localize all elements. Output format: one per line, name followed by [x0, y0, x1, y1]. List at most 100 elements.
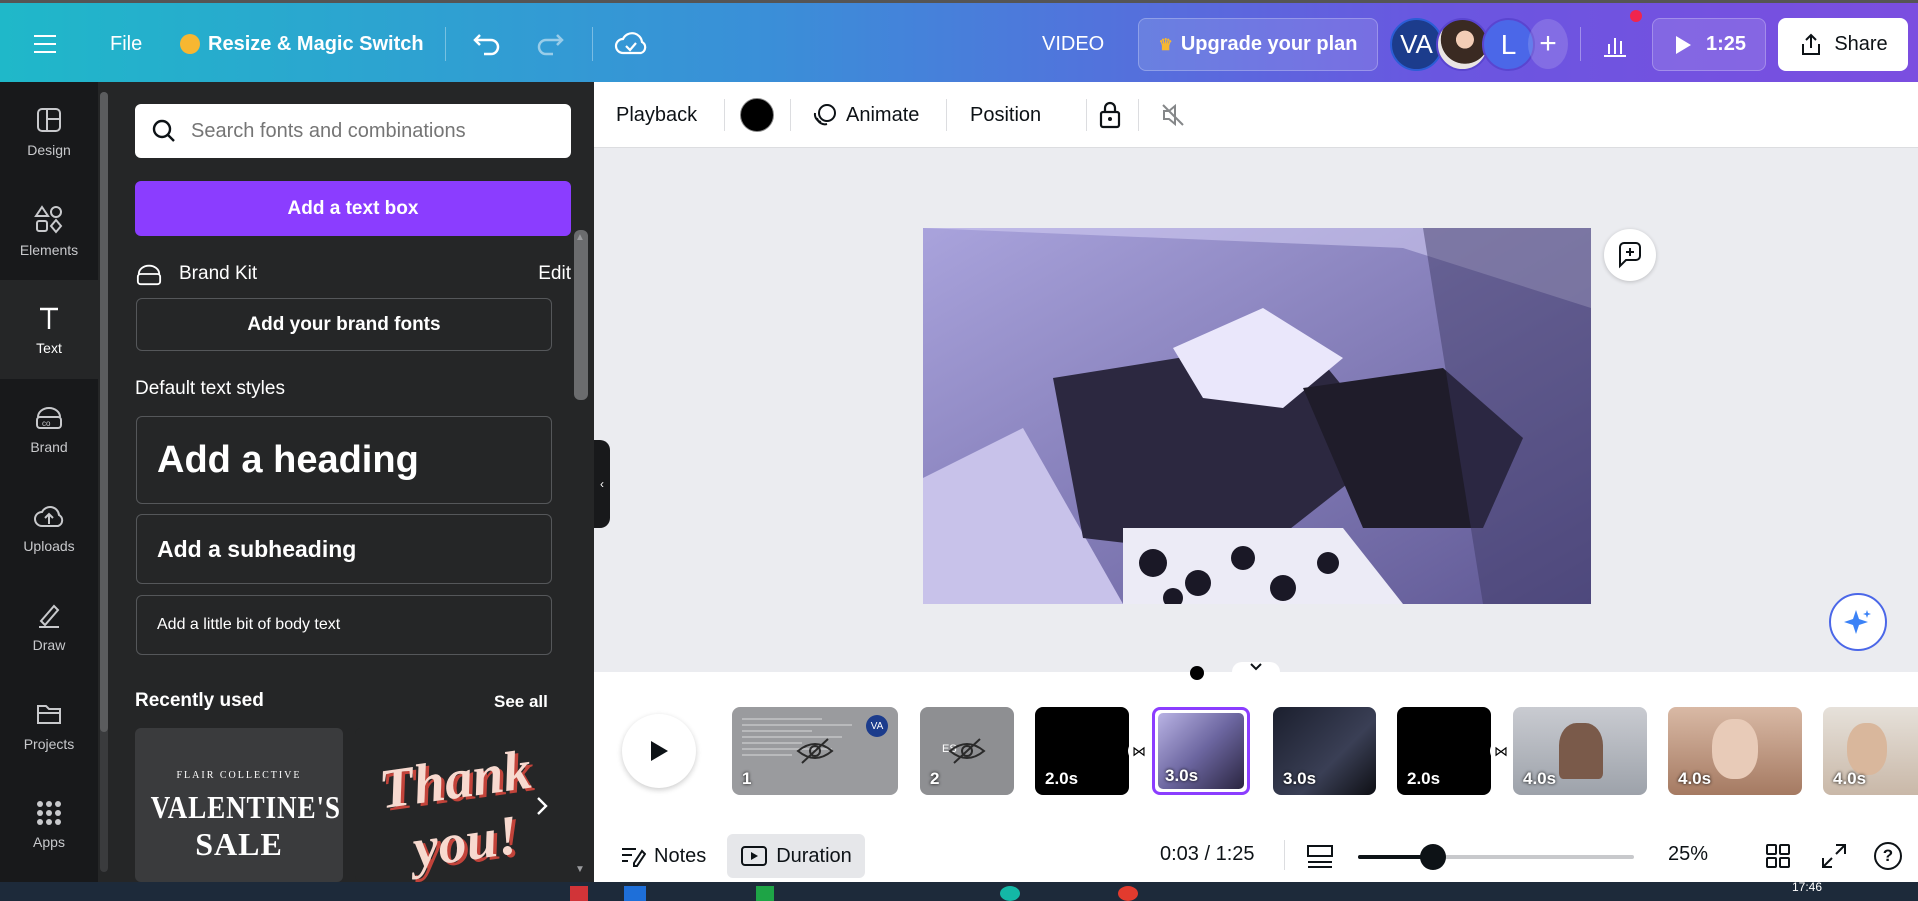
add-text-box-button[interactable]: Add a text box [135, 181, 571, 236]
add-brand-fonts-button[interactable]: Add your brand fonts [136, 298, 552, 351]
upgrade-label: Upgrade your plan [1180, 33, 1358, 55]
help-button[interactable]: ? [1874, 842, 1902, 870]
rail-item-design[interactable]: Design [0, 82, 98, 181]
rail-item-projects[interactable]: Projects [0, 676, 98, 775]
panel-scrollbar[interactable]: ▲ ▼ [572, 82, 594, 882]
duration-button[interactable]: Duration [727, 834, 865, 878]
top-bar: File Resize & Magic Switch VIDEO ♛ Upgra… [0, 0, 1918, 82]
timeline-clip-selected[interactable]: 3.0s [1152, 707, 1250, 795]
layout-icon [1307, 845, 1333, 868]
mute-button[interactable] [1156, 96, 1190, 134]
color-swatch[interactable] [740, 98, 774, 132]
notes-button[interactable]: Notes [614, 838, 712, 874]
timeline-clip[interactable]: 2.0s [1035, 707, 1129, 795]
side-rail: Design Elements Text co Brand Uploads Dr… [0, 82, 98, 882]
scroll-down-icon: ▼ [575, 864, 585, 875]
file-menu[interactable]: File [110, 25, 142, 63]
svg-text:co: co [42, 419, 51, 428]
grid-view-button[interactable] [1764, 842, 1792, 870]
brand-kit-edit-link[interactable]: Edit [538, 263, 571, 285]
resize-label: Resize & Magic Switch [208, 32, 424, 55]
divider [1086, 99, 1087, 131]
taskbar-app-icon[interactable] [756, 886, 774, 901]
layout-toggle-button[interactable] [1306, 842, 1334, 870]
transition-icon[interactable]: ⋈ [1490, 740, 1512, 762]
add-collaborator-button[interactable]: + [1528, 19, 1568, 69]
search-field[interactable] [135, 104, 571, 158]
add-heading-button[interactable]: Add a heading [136, 416, 552, 504]
panel-collapse-handle[interactable]: ‹ [594, 440, 610, 528]
elements-icon [34, 204, 63, 234]
rail-item-uploads[interactable]: Uploads [0, 478, 98, 577]
timeline-clip[interactable]: 3.0s [1273, 707, 1376, 795]
carousel-next-button[interactable] [524, 788, 560, 824]
playback-button[interactable]: Playback [616, 96, 697, 134]
zoom-slider-thumb[interactable] [1419, 844, 1446, 870]
add-body-text-button[interactable]: Add a little bit of body text [136, 595, 552, 655]
notes-icon [622, 848, 646, 867]
share-button[interactable]: Share [1778, 18, 1908, 71]
cloud-save-button[interactable] [614, 25, 648, 63]
timeline-clip[interactable]: 4.0s [1823, 707, 1918, 795]
present-play-button[interactable]: 1:25 [1652, 18, 1766, 71]
redo-button[interactable] [535, 25, 565, 63]
os-taskbar: 17:46 [0, 880, 1918, 901]
rail-item-apps[interactable]: Apps [0, 775, 98, 874]
timeline-clip[interactable]: 2.0s [1397, 707, 1491, 795]
taskbar-app-icon[interactable] [1000, 886, 1020, 901]
search-input[interactable] [191, 119, 561, 143]
taskbar-app-icon[interactable] [624, 886, 646, 901]
upgrade-plan-button[interactable]: ♛ Upgrade your plan [1138, 18, 1378, 71]
apps-icon [37, 800, 61, 825]
zoom-level[interactable]: 25% [1668, 843, 1708, 866]
hamburger-icon [34, 35, 56, 53]
timeline-clip[interactable]: 4.0s [1513, 707, 1647, 795]
animate-button[interactable]: Animate [812, 96, 919, 134]
panel-left-scrollbar[interactable] [100, 92, 108, 872]
rail-item-elements[interactable]: Elements [0, 181, 98, 280]
brand-kit-row: Brand Kit Edit [135, 254, 571, 294]
recent-template-valentines[interactable]: FLAIR COLLECTIVE VALENTINE'S SALE [135, 728, 343, 882]
template-kicker: FLAIR COLLECTIVE [176, 770, 302, 781]
timeline-clip[interactable]: VA 1 [732, 707, 898, 795]
hidden-eye-icon [948, 738, 986, 764]
zoom-slider[interactable] [1358, 844, 1634, 870]
template-line: VALENTINE'S [150, 789, 341, 825]
system-clock[interactable]: 17:46 [1792, 880, 1822, 894]
rail-label: Projects [23, 735, 75, 752]
divider [1580, 27, 1581, 61]
timeline-clip[interactable]: ES 2 [920, 707, 1014, 795]
undo-button[interactable] [472, 25, 502, 63]
rail-item-brand[interactable]: co Brand [0, 379, 98, 478]
position-button[interactable]: Position [970, 96, 1041, 134]
divider [1138, 99, 1139, 131]
divider [946, 99, 947, 131]
fullscreen-button[interactable] [1820, 842, 1848, 870]
lock-button[interactable] [1090, 96, 1130, 134]
notes-label: Notes [654, 844, 707, 867]
timeline-clip[interactable]: 4.0s [1668, 707, 1802, 795]
see-all-link[interactable]: See all [494, 692, 548, 712]
taskbar-app-icon[interactable] [570, 886, 588, 901]
play-icon [1675, 35, 1691, 54]
recently-used-heading: Recently used [135, 690, 264, 711]
add-comment-button[interactable] [1604, 229, 1656, 281]
taskbar-app-icon[interactable] [1118, 886, 1138, 901]
rail-item-draw[interactable]: Draw [0, 577, 98, 676]
playhead-marker[interactable] [1190, 666, 1204, 680]
menu-button[interactable] [34, 25, 58, 63]
video-canvas[interactable] [923, 228, 1591, 604]
redo-icon [537, 34, 564, 56]
draw-icon [39, 604, 60, 628]
add-subheading-button[interactable]: Add a subheading [136, 514, 552, 584]
resize-magic-switch-button[interactable]: Resize & Magic Switch [180, 25, 424, 63]
time-readout: 0:03 / 1:25 [1160, 843, 1255, 865]
magic-assistant-button[interactable] [1829, 593, 1887, 651]
transition-icon[interactable]: ⋈ [1128, 740, 1150, 762]
timeline-expand-tab[interactable] [1232, 662, 1280, 680]
text-panel: Add a text box Brand Kit Edit Add your b… [98, 82, 594, 882]
body-text-label: Add a little bit of body text [157, 616, 341, 633]
rail-item-text[interactable]: Text [0, 280, 98, 379]
insights-button[interactable] [1592, 10, 1642, 71]
timeline-play-button[interactable] [622, 714, 696, 788]
